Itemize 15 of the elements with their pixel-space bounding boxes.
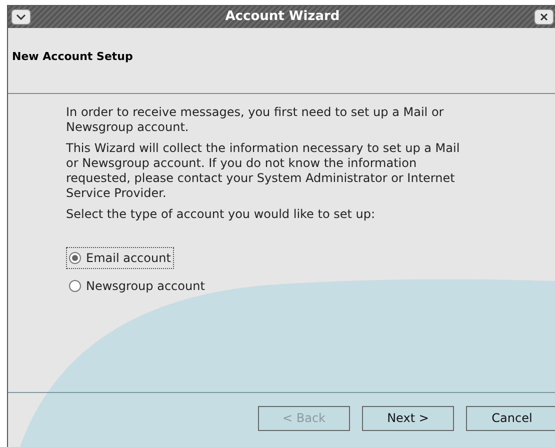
close-icon [540, 13, 548, 21]
account-type-radio[interactable]: Email account [66, 247, 174, 269]
close-button[interactable] [534, 9, 554, 25]
page-title: New Account Setup [12, 50, 133, 63]
instruction-text: Select the type of account you would like to set up: [66, 207, 376, 222]
window-title: Account Wizard [224, 8, 341, 26]
wizard-button[interactable]: Cancel [466, 406, 555, 430]
instruction-text: In order to receive messages, you first need to set up a Mail or Newsgroup account. [66, 105, 445, 135]
instruction-text: This Wizard will collect the information necessary to set up a Mail or Newsgroup account. If you do not know the information requested, please contact your System Administrator or Internet Service Provider. [66, 141, 461, 201]
chevron-down-icon [16, 14, 26, 20]
account-type-radio[interactable]: Newsgroup account [66, 275, 208, 297]
window-menu-button[interactable] [11, 9, 31, 25]
radio-icon [69, 252, 81, 264]
radio-icon [69, 280, 81, 292]
wizard-button[interactable]: Next > [362, 406, 454, 430]
